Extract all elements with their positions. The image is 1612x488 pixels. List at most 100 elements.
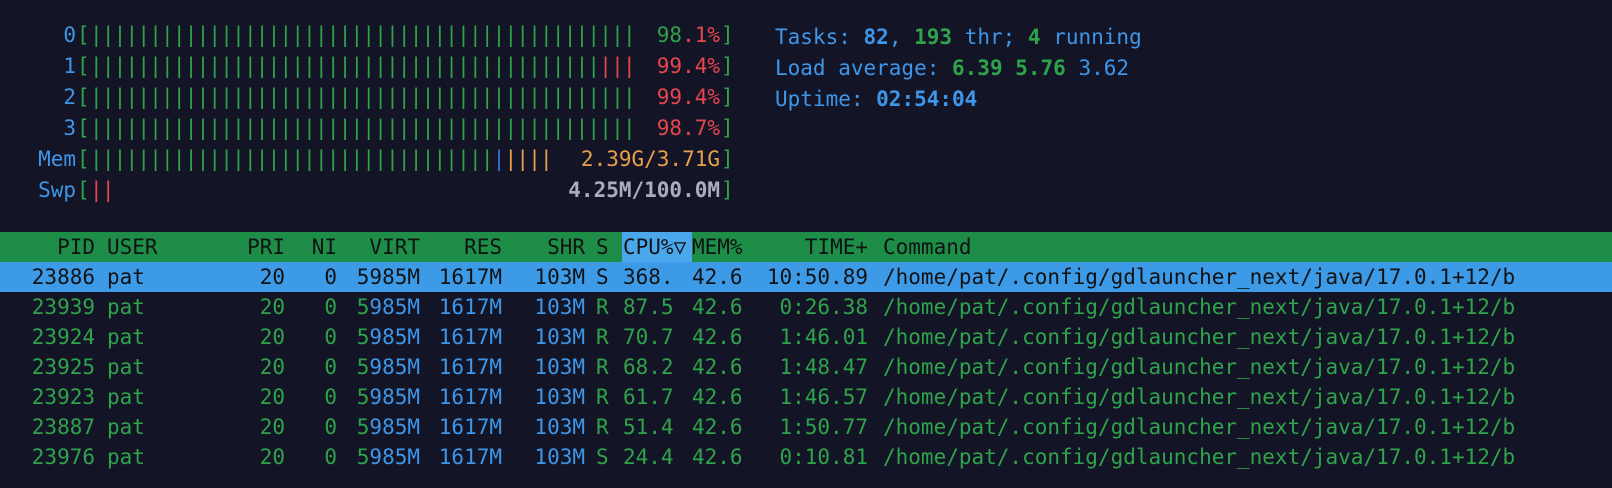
time-cell: 0:10.81 [779, 445, 868, 469]
virt-cell-major: 5 [356, 325, 370, 349]
res-cell-value: 1617M [438, 295, 502, 319]
nice-cell: 0 [324, 265, 337, 289]
meter-value: 4.25M/100.0M [568, 175, 720, 206]
meter-value: 98.7% [657, 113, 720, 144]
uptime-label: Uptime: [775, 87, 877, 111]
column-header-user[interactable]: USER [107, 232, 158, 262]
table-row[interactable]: 23924 pat 20 0 5985M 1617M 103M R 70.7 42.6 1:46.0… [0, 322, 1612, 352]
column-header-time[interactable]: TIME+ [755, 232, 868, 262]
state-cell: R [596, 415, 609, 439]
command-cell: /home/pat/.config/gdlauncher_next/java/1… [883, 385, 1516, 409]
cpu-cell: 70.7 [623, 325, 674, 349]
meter-label: 2 [63, 85, 76, 109]
meter-0: 0[||||||||||||||||||||||||||||||||||||||… [0, 20, 740, 51]
time-cell: 1:50.77 [779, 415, 868, 439]
table-row[interactable]: 23887 pat 20 0 5985M 1617M 103M R 51.4 42.6 1:50.7… [0, 412, 1612, 442]
time-cell: 10:50.89 [766, 265, 868, 289]
load-15min: 3.62 [1078, 56, 1130, 80]
time-cell: 1:46.01 [779, 325, 868, 349]
meter-1: 1[||||||||||||||||||||||||||||||||||||||… [0, 51, 740, 82]
table-row-selected[interactable]: 23886 pat 20 0 5985M 1617M 103M S 368. 42.6 10:50.… [0, 262, 1612, 292]
threads-count: 193 [914, 25, 953, 49]
pid-cell: 23923 [31, 385, 95, 409]
column-header-ni[interactable]: NI [295, 232, 337, 262]
shr-cell: 103M [534, 325, 585, 349]
load-average-line: Load average: 6.39 5.76 3.62 [775, 53, 1129, 84]
virt-cell-major: 5 [356, 355, 370, 379]
meter-close-bracket: ] [721, 54, 734, 78]
meter-value-suffix: 2.39G/3.71G [580, 147, 720, 171]
virt-cell: 5985M [350, 412, 420, 442]
nice-cell: 0 [324, 415, 337, 439]
nice-cell: 0 [324, 295, 337, 319]
virt-cell-minor: 985M [369, 385, 420, 409]
meter-open-bracket: [ [77, 54, 90, 78]
meter-value: 99.4% [657, 82, 720, 113]
nice-cell: 0 [324, 445, 337, 469]
threads-label: thr; [952, 25, 1028, 49]
command-cell: /home/pat/.config/gdlauncher_next/java/1… [883, 415, 1516, 439]
time-cell: 0:26.38 [779, 295, 868, 319]
uptime-value: 02:54:04 [876, 87, 978, 111]
nice-cell: 0 [324, 325, 337, 349]
command-cell: /home/pat/.config/gdlauncher_next/java/1… [883, 295, 1516, 319]
virt-cell: 5985M [350, 292, 420, 322]
shr-cell: 103M [534, 295, 585, 319]
virt-cell: 5985M [350, 442, 420, 472]
column-header-res[interactable]: RES [430, 232, 502, 262]
virt-cell: 5985M [350, 382, 420, 412]
command-cell: /home/pat/.config/gdlauncher_next/java/1… [883, 355, 1516, 379]
priority-cell: 20 [259, 385, 285, 409]
column-header-virt[interactable]: VIRT [350, 232, 420, 262]
table-row[interactable]: 23923 pat 20 0 5985M 1617M 103M R 61.7 42.6 1:46.5… [0, 382, 1612, 412]
res-cell-value: 1617M [438, 265, 502, 289]
process-table-header: PID USER PRI NI VIRT RES SHR S CPU%▽ MEM… [0, 232, 1612, 262]
virt-cell-minor: 985M [369, 415, 420, 439]
virt-cell: 5985M [350, 352, 420, 382]
column-header-cpu[interactable]: CPU%▽ [623, 232, 693, 262]
meter-label: 1 [63, 54, 76, 78]
virt-cell-minor: 985M [369, 325, 420, 349]
pid-cell: 23976 [31, 445, 95, 469]
priority-cell: 20 [259, 355, 285, 379]
meter-value-suffix: 4.25M/100.0M [568, 178, 720, 202]
table-row[interactable]: 23925 pat 20 0 5985M 1617M 103M R 68.2 42.6 1:48.4… [0, 352, 1612, 382]
meter-value: 2.39G/3.71G [581, 144, 720, 175]
meter-close-bracket: ] [721, 178, 734, 202]
state-cell: R [596, 295, 609, 319]
pid-cell: 23939 [31, 295, 95, 319]
meter-value: 99.4% [657, 51, 720, 82]
meter-bars: ||||||||||||||||||||||||||||||||||||||||… [90, 85, 636, 109]
pid-cell: 23925 [31, 355, 95, 379]
meter-label: Swp [38, 178, 76, 202]
column-header-mem[interactable]: MEM% [692, 232, 747, 262]
table-row[interactable]: 23939 pat 20 0 5985M 1617M 103M R 87.5 42.6 0:26.3… [0, 292, 1612, 322]
command-cell: /home/pat/.config/gdlauncher_next/java/1… [883, 445, 1516, 469]
load-label: Load average: [775, 56, 953, 80]
column-header-pid[interactable]: PID [0, 232, 95, 262]
pid-cell: 23887 [31, 415, 95, 439]
meter-open-bracket: [ [77, 23, 90, 47]
cpu-cell: 24.4 [623, 445, 674, 469]
meter-value-suffix: 99.4% [656, 54, 720, 78]
res-cell-value: 1617M [438, 325, 502, 349]
load-5min: 5.76 [1015, 56, 1066, 80]
meter-bars: ||||||||||||||||||||||||||||||||||||||||… [90, 116, 636, 140]
tasks-label: Tasks: [775, 25, 864, 49]
state-cell: S [596, 445, 609, 469]
table-row[interactable]: 23976 pat 20 0 5985M 1617M 103M S 24.4 42.6 0:10.8… [0, 442, 1612, 472]
pid-cell: 23924 [31, 325, 95, 349]
user-cell: pat [107, 445, 145, 469]
column-header-pri[interactable]: PRI [230, 232, 285, 262]
column-header-state[interactable]: S [596, 232, 611, 262]
tasks-separator: , [888, 25, 915, 49]
column-header-command[interactable]: Command [883, 232, 972, 262]
shr-cell: 103M [534, 385, 585, 409]
res-cell: 1617M [430, 322, 502, 352]
virt-cell-major: 5 [356, 385, 370, 409]
load-1min: 6.39 [952, 56, 1003, 80]
state-cell: S [596, 265, 609, 289]
column-header-shr[interactable]: SHR [510, 232, 585, 262]
virt-cell-minor: 985M [369, 295, 420, 319]
meter-open-bracket: [ [77, 85, 90, 109]
